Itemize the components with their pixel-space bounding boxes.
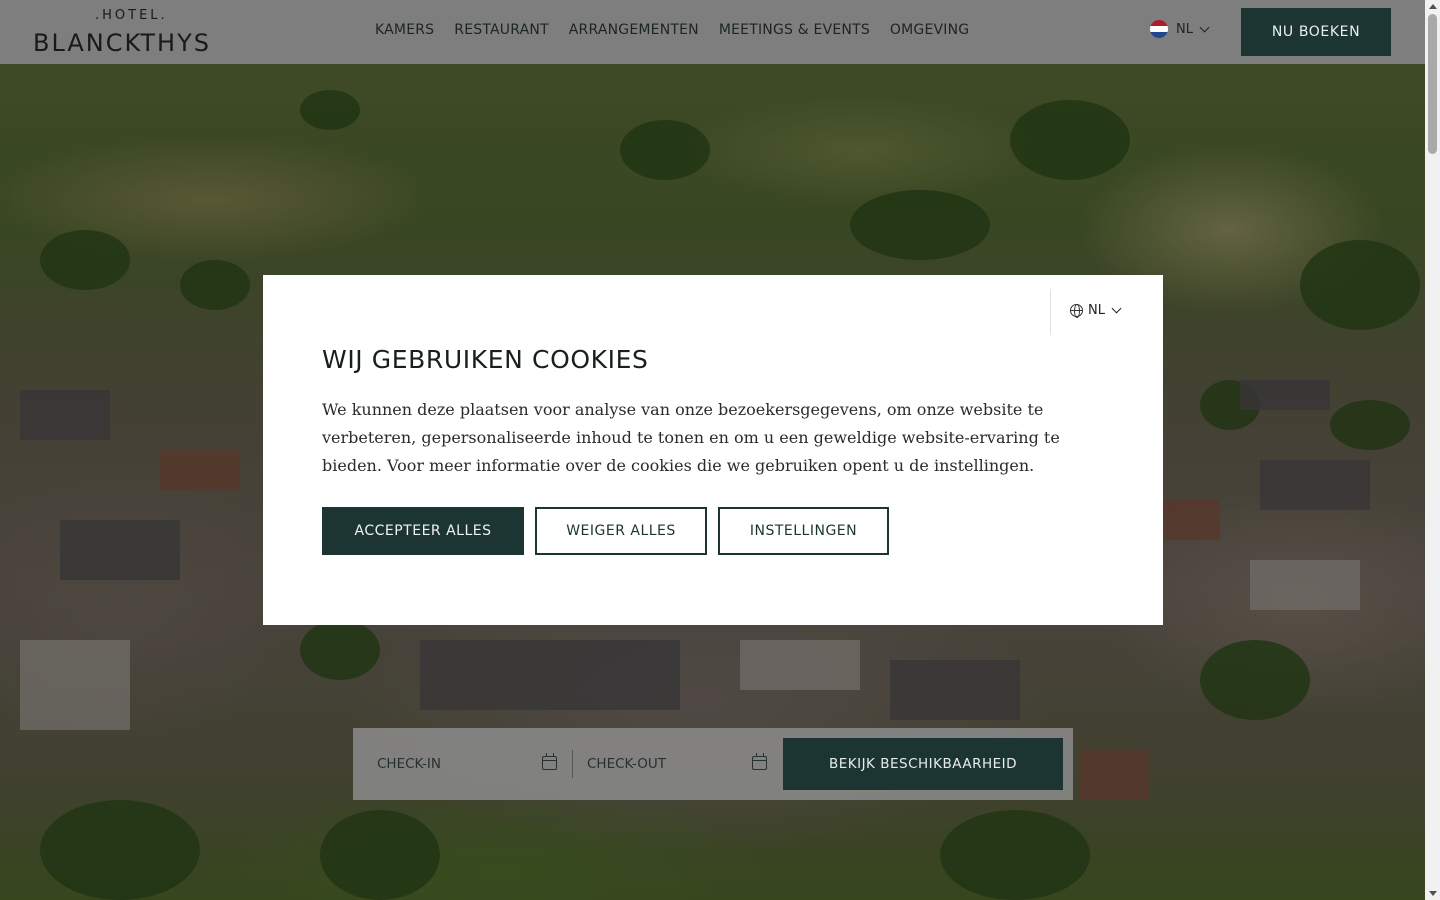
calendar-icon (542, 753, 557, 770)
booking-divider (572, 750, 573, 778)
hotel-logo[interactable]: .HOTEL. BLANCKTHYS (33, 8, 228, 57)
logo-small-text: .HOTEL. (95, 8, 168, 23)
nav-item-meetings-events[interactable]: MEETINGS & EVENTS (719, 22, 870, 38)
reject-all-button[interactable]: WEIGER ALLES (535, 507, 707, 555)
nav-item-kamers[interactable]: KAMERS (375, 22, 434, 38)
logo-big-text: BLANCKTHYS (33, 29, 211, 57)
scrollbar-thumb[interactable] (1428, 14, 1437, 154)
language-selector[interactable]: NL (1150, 20, 1210, 38)
chevron-down-icon (1199, 22, 1210, 32)
nav-item-arrangementen[interactable]: ARRANGEMENTEN (569, 22, 699, 38)
accept-all-button[interactable]: ACCEPTEER ALLES (322, 507, 524, 555)
checkout-label: CHECK-OUT (587, 756, 666, 772)
flag-nl-icon (1150, 20, 1168, 38)
booking-bar: CHECK-IN CHECK-OUT BEKIJK BESCHIKBAARHEI… (353, 728, 1073, 800)
cookie-consent-modal: NL WIJ GEBRUIKEN COOKIES We kunnen deze … (263, 275, 1163, 625)
cookie-button-row: ACCEPTEER ALLES WEIGER ALLES INSTELLINGE… (322, 507, 889, 555)
site-header: .HOTEL. BLANCKTHYS KAMERS RESTAURANT ARR… (0, 0, 1425, 64)
cookie-settings-button[interactable]: INSTELLINGEN (718, 507, 889, 555)
cookie-description: We kunnen deze plaatsen voor analyse van… (322, 400, 1060, 475)
modal-language-label: NL (1088, 303, 1105, 318)
modal-language-selector[interactable]: NL (1070, 303, 1122, 318)
globe-icon (1070, 304, 1083, 318)
nav-item-restaurant[interactable]: RESTAURANT (454, 22, 549, 38)
calendar-icon (752, 753, 767, 770)
page-scrollbar[interactable] (1425, 0, 1440, 900)
checkin-field[interactable]: CHECK-IN (377, 738, 557, 790)
nav-item-omgeving[interactable]: OMGEVING (890, 22, 969, 38)
language-label: NL (1176, 21, 1193, 37)
scroll-down-arrow-icon[interactable] (1429, 891, 1437, 896)
chevron-down-icon (1111, 303, 1122, 314)
checkin-label: CHECK-IN (377, 756, 441, 772)
main-nav: KAMERS RESTAURANT ARRANGEMENTEN MEETINGS… (375, 22, 969, 38)
cookie-title: WIJ GEBRUIKEN COOKIES (322, 345, 649, 374)
check-availability-button[interactable]: BEKIJK BESCHIKBAARHEID (783, 738, 1063, 790)
checkout-field[interactable]: CHECK-OUT (587, 738, 767, 790)
scroll-up-arrow-icon[interactable] (1429, 4, 1437, 9)
book-now-button[interactable]: NU BOEKEN (1241, 8, 1391, 56)
modal-language-divider (1050, 289, 1051, 335)
